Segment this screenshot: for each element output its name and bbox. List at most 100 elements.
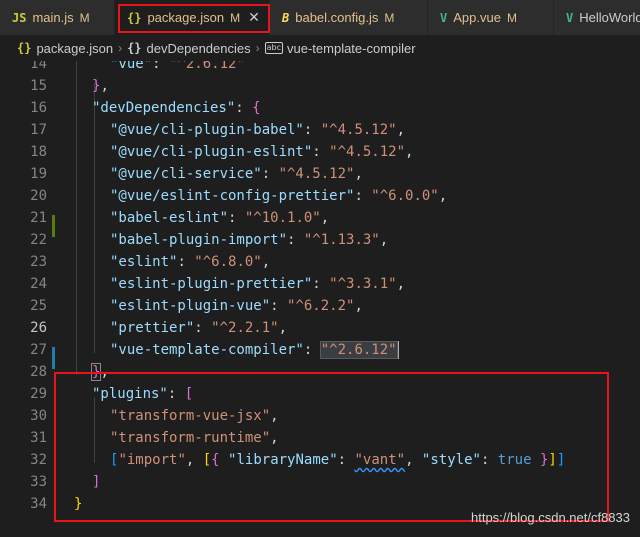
code-token: , bbox=[396, 122, 406, 138]
code-line[interactable]: 22 "babel-plugin-import": "^1.13.3", bbox=[0, 229, 640, 251]
vue-file-icon: V bbox=[566, 10, 574, 25]
code-line[interactable]: 14 "vue": "^2.6.12" bbox=[0, 61, 640, 75]
code-line[interactable]: 18 "@vue/cli-plugin-eslint": "^4.5.12", bbox=[0, 141, 640, 163]
code-text: "eslint": "^6.8.0", bbox=[110, 251, 270, 273]
code-token: { bbox=[252, 100, 261, 116]
code-line[interactable]: 23 "eslint": "^6.8.0", bbox=[0, 251, 640, 273]
string-property-icon: abc bbox=[264, 42, 283, 54]
editor-tab-bar: JS main.js M {} package.json M ✕ B babel… bbox=[0, 0, 640, 35]
code-token: : bbox=[152, 61, 170, 72]
code-token: : bbox=[261, 166, 279, 182]
line-number: 16 bbox=[30, 100, 47, 116]
code-text: "@vue/eslint-config-prettier": "^6.0.0", bbox=[110, 185, 447, 207]
line-number: 32 bbox=[30, 452, 47, 468]
code-line[interactable]: 15}, bbox=[0, 75, 640, 97]
tab-label: HelloWorld.vue bbox=[579, 10, 640, 25]
breadcrumb-file[interactable]: package.json bbox=[36, 41, 113, 56]
line-number: 22 bbox=[30, 232, 47, 248]
code-text: "@vue/cli-service": "^4.5.12", bbox=[110, 163, 363, 185]
tab-app-vue[interactable]: V App.vue M bbox=[428, 0, 554, 35]
code-text: "vue": "^2.6.12" bbox=[110, 61, 245, 75]
code-token: : bbox=[235, 100, 253, 116]
code-token: "^1.13.3" bbox=[303, 232, 380, 248]
vue-file-icon: V bbox=[440, 10, 448, 25]
code-token: , bbox=[354, 166, 363, 182]
line-number: 23 bbox=[30, 254, 47, 270]
tab-helloworld-vue[interactable]: V HelloWorld.vue bbox=[554, 0, 640, 35]
line-number: 29 bbox=[30, 386, 47, 402]
code-token: : bbox=[312, 144, 330, 160]
code-text: "eslint-plugin-prettier": "^3.3.1", bbox=[110, 273, 405, 295]
line-number: 21 bbox=[30, 210, 47, 226]
line-number: 25 bbox=[30, 298, 47, 314]
code-token: "prettier" bbox=[110, 320, 195, 336]
javascript-file-icon: JS bbox=[12, 10, 27, 25]
code-token: : bbox=[287, 232, 304, 248]
code-token: : bbox=[303, 342, 321, 358]
code-line[interactable]: 17 "@vue/cli-plugin-babel": "^4.5.12", bbox=[0, 119, 640, 141]
code-token: "@vue/cli-service" bbox=[110, 166, 262, 182]
modified-indicator: M bbox=[384, 10, 395, 25]
watermark: https://blog.csdn.net/cf8833 bbox=[471, 510, 630, 525]
line-number: 17 bbox=[30, 122, 47, 138]
line-number: 24 bbox=[30, 276, 47, 292]
line-number: 18 bbox=[30, 144, 47, 160]
code-line[interactable]: 27 "vue-template-compiler": "^2.6.12" bbox=[0, 339, 640, 361]
code-token: "@vue/cli-plugin-eslint" bbox=[110, 144, 313, 160]
code-token: : bbox=[354, 188, 372, 204]
code-text: "babel-eslint": "^10.1.0", bbox=[110, 207, 329, 229]
code-line[interactable]: 19 "@vue/cli-service": "^4.5.12", bbox=[0, 163, 640, 185]
code-token: "vue" bbox=[110, 61, 153, 72]
code-token: "babel-plugin-import" bbox=[110, 232, 288, 248]
line-number: 28 bbox=[30, 364, 47, 380]
code-token: "devDependencies" bbox=[92, 100, 236, 116]
modified-indicator: M bbox=[79, 10, 90, 25]
line-number: 34 bbox=[30, 496, 47, 512]
line-number: 30 bbox=[30, 408, 47, 424]
code-text: "babel-plugin-import": "^1.13.3", bbox=[110, 229, 388, 251]
code-line[interactable]: 25 "eslint-plugin-vue": "^6.2.2", bbox=[0, 295, 640, 317]
code-text: "devDependencies": { bbox=[92, 97, 261, 119]
code-token: "eslint-plugin-prettier" bbox=[110, 276, 313, 292]
tab-main-js[interactable]: JS main.js M bbox=[0, 0, 115, 35]
code-token: "^6.2.2" bbox=[287, 298, 355, 314]
code-token: "^4.5.12" bbox=[320, 122, 397, 138]
selected-token: "^2.6.12" bbox=[319, 341, 398, 359]
code-line[interactable]: 16 "devDependencies": { bbox=[0, 97, 640, 119]
code-text: "@vue/cli-plugin-babel": "^4.5.12", bbox=[110, 119, 405, 141]
code-token: "vue-template-compiler" bbox=[110, 342, 304, 358]
breadcrumb-section[interactable]: devDependencies bbox=[147, 41, 251, 56]
code-line[interactable]: 26 "prettier": "^2.2.1", bbox=[0, 317, 640, 339]
tab-babel-config-js[interactable]: B babel.config.js M bbox=[270, 0, 428, 35]
code-token: "^2.2.1" bbox=[211, 320, 279, 336]
code-token: "^6.8.0" bbox=[194, 254, 262, 270]
tab-label: App.vue bbox=[453, 10, 501, 25]
line-number: 19 bbox=[30, 166, 47, 182]
code-token: : bbox=[194, 320, 212, 336]
code-token: "babel-eslint" bbox=[110, 210, 229, 226]
line-number: 20 bbox=[30, 188, 47, 204]
code-text: "prettier": "^2.2.1", bbox=[110, 317, 287, 339]
code-token: : bbox=[177, 254, 195, 270]
code-token: , bbox=[379, 232, 389, 248]
code-token: "^10.1.0" bbox=[244, 210, 321, 226]
breadcrumb-property[interactable]: vue-template-compiler bbox=[287, 41, 416, 56]
highlight-box-plugins bbox=[54, 372, 609, 522]
code-line[interactable]: 20 "@vue/eslint-config-prettier": "^6.0.0… bbox=[0, 185, 640, 207]
code-token: "@vue/eslint-config-prettier" bbox=[110, 188, 355, 204]
code-text: "eslint-plugin-vue": "^6.2.2", bbox=[110, 295, 363, 317]
code-token: : bbox=[270, 298, 288, 314]
code-token: : bbox=[312, 276, 330, 292]
code-token: "^6.0.0" bbox=[371, 188, 439, 204]
babel-file-icon: B bbox=[282, 10, 290, 25]
code-token: , bbox=[278, 320, 288, 336]
code-token: , bbox=[320, 210, 330, 226]
code-line[interactable]: 21 "babel-eslint": "^10.1.0", bbox=[0, 207, 640, 229]
code-token: , bbox=[261, 254, 271, 270]
line-number: 14 bbox=[30, 61, 47, 72]
code-token: "^2.6.12" bbox=[169, 61, 245, 72]
line-number: 26 bbox=[30, 320, 47, 336]
code-text: "vue-template-compiler": "^2.6.12" bbox=[110, 339, 399, 361]
code-token: , bbox=[354, 298, 363, 314]
code-line[interactable]: 24 "eslint-plugin-prettier": "^3.3.1", bbox=[0, 273, 640, 295]
